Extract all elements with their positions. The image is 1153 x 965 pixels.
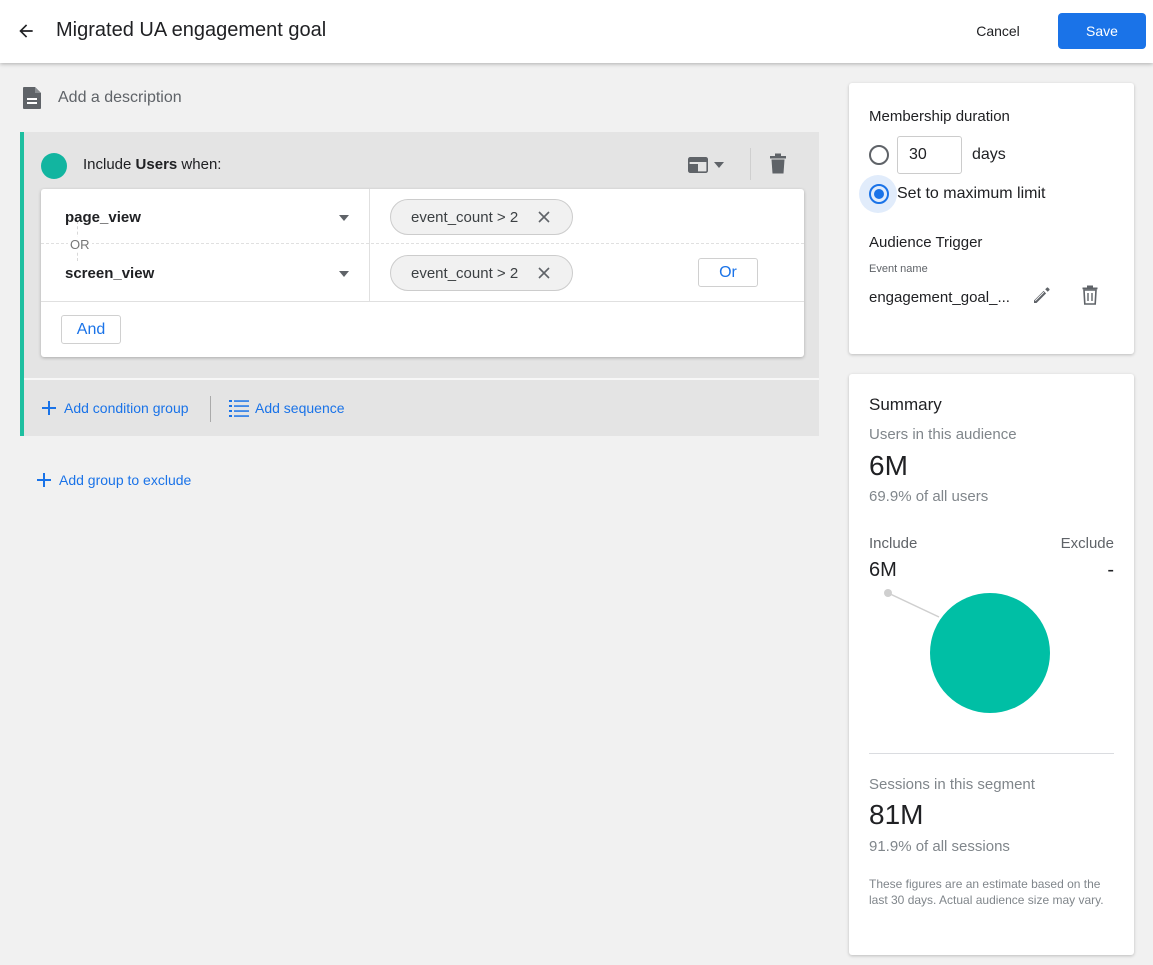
- close-icon[interactable]: [537, 266, 551, 280]
- top-bar: Migrated UA engagement goal Cancel Save: [0, 0, 1153, 63]
- or-separator-label: OR: [68, 237, 92, 252]
- event-selector[interactable]: screen_view: [65, 265, 154, 282]
- days-label: days: [972, 146, 1006, 163]
- membership-title: Membership duration: [869, 108, 1010, 125]
- scope-selector[interactable]: Users: [136, 156, 178, 173]
- days-radio[interactable]: [869, 145, 889, 165]
- include-pie-slice: [930, 593, 1050, 713]
- divider: [41, 301, 804, 302]
- and-button[interactable]: And: [61, 315, 121, 344]
- plus-icon: [42, 401, 56, 415]
- divider: [210, 396, 211, 422]
- parameter-chip[interactable]: event_count > 2: [390, 255, 573, 291]
- scope-dropdown[interactable]: [688, 154, 734, 176]
- add-exclude-group-button[interactable]: Add group to exclude: [37, 469, 191, 491]
- add-exclude-label: Add group to exclude: [59, 472, 192, 488]
- description-field[interactable]: Add a description: [58, 89, 182, 107]
- add-condition-group-label: Add condition group: [64, 400, 189, 416]
- group-indicator-dot: [41, 153, 67, 179]
- condition-card: page_view OR screen_view event_count > 2…: [41, 189, 804, 357]
- chevron-down-icon[interactable]: [339, 215, 349, 221]
- plus-icon: [37, 473, 51, 487]
- users-value: 6M: [869, 450, 908, 481]
- pie-leader-dot: [884, 589, 892, 597]
- divider: [750, 148, 751, 180]
- chip-label: event_count > 2: [411, 208, 519, 226]
- sessions-label: Sessions in this segment: [869, 776, 1035, 793]
- add-condition-group-button[interactable]: Add condition group: [42, 397, 189, 419]
- divider: [24, 378, 819, 380]
- audience-trigger-title: Audience Trigger: [869, 234, 983, 251]
- estimate-note: These figures are an estimate based on t…: [869, 877, 1104, 907]
- users-label: Users in this audience: [869, 426, 1017, 443]
- or-divider: [41, 243, 804, 244]
- sequence-list-icon: [229, 400, 249, 417]
- trigger-event-name: engagement_goal_...: [869, 289, 1010, 306]
- divider: [869, 753, 1114, 754]
- group-prefix: Include: [83, 156, 132, 173]
- add-sequence-label: Add sequence: [255, 400, 345, 416]
- parameter-chip[interactable]: event_count > 2: [390, 199, 573, 235]
- save-button[interactable]: Save: [1058, 13, 1146, 49]
- sessions-value: 81M: [869, 799, 924, 830]
- max-limit-label: Set to maximum limit: [897, 185, 1046, 202]
- description-icon: [22, 86, 42, 110]
- event-name-caption: Event name: [869, 263, 928, 275]
- sessions-percent: 91.9% of all sessions: [869, 838, 1010, 855]
- summary-title: Summary: [869, 395, 942, 414]
- edit-pencil-icon[interactable]: [1032, 285, 1052, 305]
- group-title: Include Users when:: [83, 156, 221, 173]
- membership-card: Membership duration days Set to maximum …: [849, 83, 1134, 354]
- audience-pie-chart: [884, 589, 1050, 713]
- chevron-down-icon: [714, 162, 724, 168]
- group-suffix: when:: [181, 156, 222, 173]
- summary-card: Summary Users in this audience 6M 69.9% …: [849, 374, 1134, 955]
- cancel-button[interactable]: Cancel: [962, 17, 1034, 45]
- include-condition-group: Include Users when: page_view OR screen_…: [20, 132, 819, 436]
- days-input[interactable]: [897, 136, 962, 174]
- delete-trigger-icon[interactable]: [1082, 285, 1098, 305]
- window-icon: [688, 157, 708, 173]
- back-arrow-icon[interactable]: [12, 17, 40, 45]
- exclude-label: Exclude: [1060, 535, 1114, 552]
- delete-group-icon[interactable]: [769, 153, 787, 175]
- pie-leader-line: [887, 592, 940, 618]
- page-title: Migrated UA engagement goal: [56, 19, 327, 41]
- close-icon[interactable]: [537, 210, 551, 224]
- event-selector[interactable]: page_view: [65, 209, 141, 226]
- users-percent: 69.9% of all users: [869, 488, 989, 505]
- chevron-down-icon[interactable]: [339, 271, 349, 277]
- include-label: Include: [869, 535, 918, 552]
- chip-label: event_count > 2: [411, 264, 519, 282]
- divider: [369, 189, 370, 301]
- or-button[interactable]: Or: [698, 258, 758, 287]
- max-limit-radio[interactable]: [869, 184, 889, 204]
- add-sequence-button[interactable]: Add sequence: [229, 397, 345, 419]
